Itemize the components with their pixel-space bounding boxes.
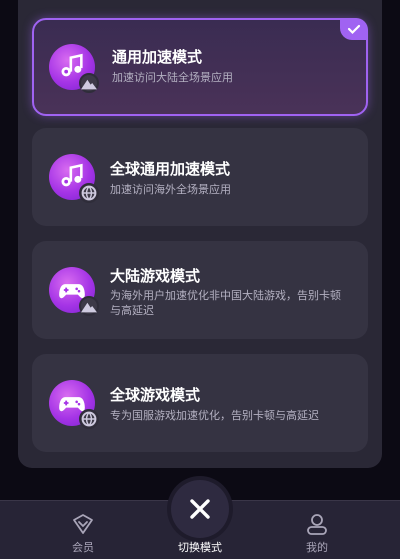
tab-member-label: 会员 (72, 541, 94, 554)
music-note-icon (49, 44, 99, 93)
mountain-icon (79, 296, 99, 316)
mode-card-general[interactable]: 通用加速模式 加速访问大陆全场景应用 (32, 18, 368, 116)
close-icon (190, 499, 210, 519)
globe-icon (79, 409, 99, 429)
check-icon (340, 18, 368, 40)
mode-desc: 加速访问海外全场景应用 (110, 183, 231, 196)
mode-card-global-game[interactable]: 全球游戏模式 专为国服游戏加速优化，告别卡顿与高延迟 (32, 354, 368, 452)
mode-card-global-general[interactable]: 全球通用加速模式 加速访问海外全场景应用 (32, 128, 368, 226)
mode-desc: 加速访问大陆全场景应用 (112, 71, 233, 84)
mountain-icon (79, 73, 99, 93)
mode-card-mainland-game[interactable]: 大陆游戏模式 为海外用户加速优化非中国大陆游戏，告别卡顿与高延迟 (32, 241, 368, 339)
mode-title: 通用加速模式 (112, 48, 203, 66)
tab-switch-mode-label: 切换模式 (178, 541, 222, 554)
diamond-heart-icon (73, 514, 93, 534)
mode-title: 全球通用加速模式 (110, 160, 231, 178)
gamepad-icon (49, 380, 99, 429)
mode-desc: 专为国服游戏加速优化，告别卡顿与高延迟 (110, 409, 319, 422)
tab-mine-label: 我的 (306, 541, 328, 554)
user-icon (307, 514, 327, 535)
mode-desc: 为海外用户加速优化非中国大陆游戏，告别卡顿与高延迟 (110, 289, 341, 317)
close-button[interactable] (171, 480, 229, 538)
tab-mine[interactable]: 我的 (267, 501, 367, 559)
mode-title: 大陆游戏模式 (110, 267, 201, 285)
globe-icon (79, 183, 99, 203)
mode-title: 全球游戏模式 (110, 386, 201, 404)
music-note-icon (49, 154, 99, 203)
tab-member[interactable]: 会员 (33, 501, 133, 559)
gamepad-icon (49, 267, 99, 316)
